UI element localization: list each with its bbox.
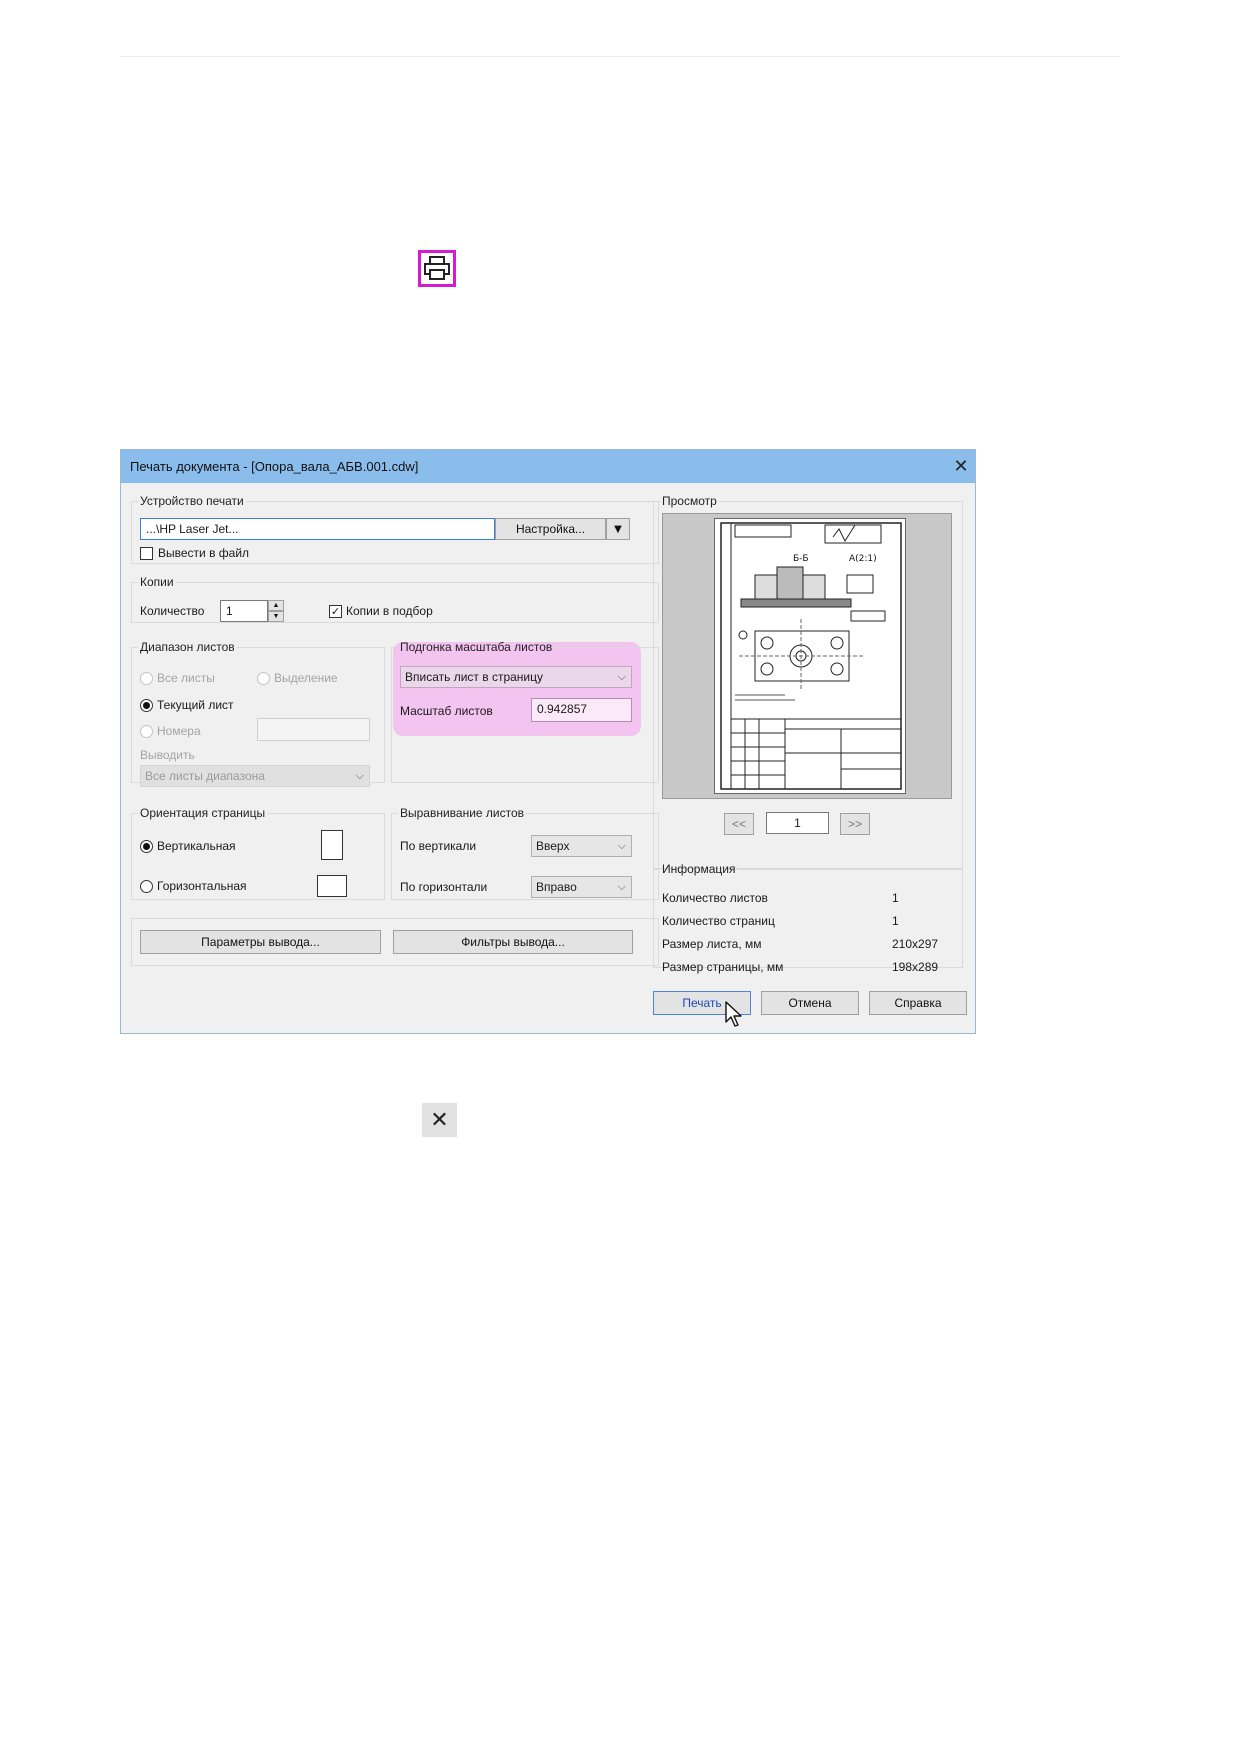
info-row-label: Размер страницы, мм (662, 960, 784, 974)
printer-icon[interactable] (418, 250, 456, 287)
landscape-page-icon (317, 875, 347, 897)
horizontal-align-label: По горизонтали (400, 880, 488, 894)
copies-count-input[interactable]: 1 (220, 600, 268, 622)
numbers-radio[interactable] (140, 725, 153, 738)
copies-up-icon[interactable]: ▲ (268, 600, 284, 611)
info-row-value: 210x297 (892, 937, 939, 951)
horizontal-align-value: Вправо (536, 880, 577, 894)
copies-group-legend: Копии (140, 575, 174, 589)
info-row-value: 198x289 (892, 960, 939, 974)
drawing-preview: Б-Б А(2:1) (714, 518, 906, 794)
selection-label: Выделение (274, 671, 338, 685)
dialog-close-icon[interactable]: ✕ (949, 454, 973, 478)
preview-page-input[interactable]: 1 (766, 812, 829, 834)
portrait-label: Вертикальная (157, 839, 236, 853)
current-sheet-label: Текущий лист (157, 698, 234, 712)
chevron-down-icon: ⌵ (617, 670, 626, 683)
output-params-button[interactable]: Параметры вывода... (140, 930, 381, 954)
collate-label: Копии в подбор (346, 604, 433, 618)
preview-frame: Б-Б А(2:1) (662, 513, 952, 799)
output-filters-button[interactable]: Фильтры вывода... (393, 930, 633, 954)
info-row-label: Размер листа, мм (662, 937, 762, 951)
vertical-align-select[interactable]: Вверх ⌵ (531, 835, 632, 857)
svg-text:А(2:1): А(2:1) (849, 554, 877, 564)
preview-next-button[interactable]: >> (840, 813, 870, 835)
landscape-label: Горизонтальная (157, 879, 247, 893)
current-sheet-radio[interactable] (140, 699, 153, 712)
selection-radio[interactable] (257, 672, 270, 685)
svg-text:Б-Б: Б-Б (793, 554, 809, 564)
info-row-label: Количество листов (662, 891, 768, 905)
info-row-value: 1 (892, 891, 899, 905)
collate-checkbox[interactable]: ✓ (329, 605, 342, 618)
portrait-radio[interactable] (140, 840, 153, 853)
print-dialog: Печать документа - [Опора_вала_АБВ.001.c… (120, 449, 976, 1034)
chevron-down-icon: ⌵ (617, 839, 626, 852)
all-sheets-radio[interactable] (140, 672, 153, 685)
info-group-legend: Информация (662, 862, 736, 876)
scale-mode-value: Вписать лист в страницу (405, 670, 543, 684)
printer-group-legend: Устройство печати (140, 494, 244, 508)
range-group-legend: Диапазон листов (140, 640, 235, 654)
copies-down-icon[interactable]: ▼ (268, 611, 284, 622)
info-row-value: 1 (892, 914, 899, 928)
chevron-down-icon: ⌵ (617, 880, 626, 893)
output-mode-value: Все листы диапазона (145, 769, 265, 783)
preview-group-legend: Просмотр (662, 494, 717, 508)
info-row-label: Количество страниц (662, 914, 775, 928)
output-mode-select[interactable]: Все листы диапазона ⌵ (140, 765, 370, 787)
help-button[interactable]: Справка (869, 991, 967, 1015)
align-group-legend: Выравнивание листов (400, 806, 525, 820)
dialog-title: Печать документа - [Опора_вала_АБВ.001.c… (130, 459, 419, 474)
printer-setup-dropdown-icon[interactable]: ▼ (606, 518, 630, 540)
cancel-button[interactable]: Отмена (761, 991, 859, 1015)
numbers-input[interactable] (257, 718, 370, 741)
chevron-down-icon: ⌵ (355, 769, 364, 782)
numbers-label: Номера (157, 724, 201, 738)
vertical-align-value: Вверх (536, 839, 570, 853)
close-icon[interactable]: ✕ (422, 1103, 457, 1137)
dialog-titlebar: Печать документа - [Опора_вала_АБВ.001.c… (121, 450, 975, 483)
print-to-file-checkbox[interactable] (140, 547, 153, 560)
portrait-page-icon (321, 830, 343, 860)
preview-prev-button[interactable]: << (724, 813, 754, 835)
print-to-file-label: Вывести в файл (158, 546, 250, 560)
copies-count-label: Количество (140, 604, 205, 618)
all-sheets-label: Все листы (157, 671, 215, 685)
page-divider (120, 56, 1120, 57)
orientation-group-legend: Ориентация страницы (140, 806, 266, 820)
printer-setup-button[interactable]: Настройка... (495, 518, 606, 540)
cursor-icon (724, 1000, 744, 1030)
scale-label: Масштаб листов (400, 704, 493, 718)
scale-mode-select[interactable]: Вписать лист в страницу ⌵ (400, 666, 632, 688)
landscape-radio[interactable] (140, 880, 153, 893)
output-mode-label: Выводить (140, 748, 195, 762)
scale-group-legend: Подгонка масштаба листов (400, 640, 553, 654)
horizontal-align-select[interactable]: Вправо ⌵ (531, 876, 632, 898)
vertical-align-label: По вертикали (400, 839, 477, 853)
scale-value-input[interactable]: 0.942857 (531, 698, 632, 722)
printer-name-field[interactable]: ...\HP Laser Jet... (140, 518, 495, 540)
